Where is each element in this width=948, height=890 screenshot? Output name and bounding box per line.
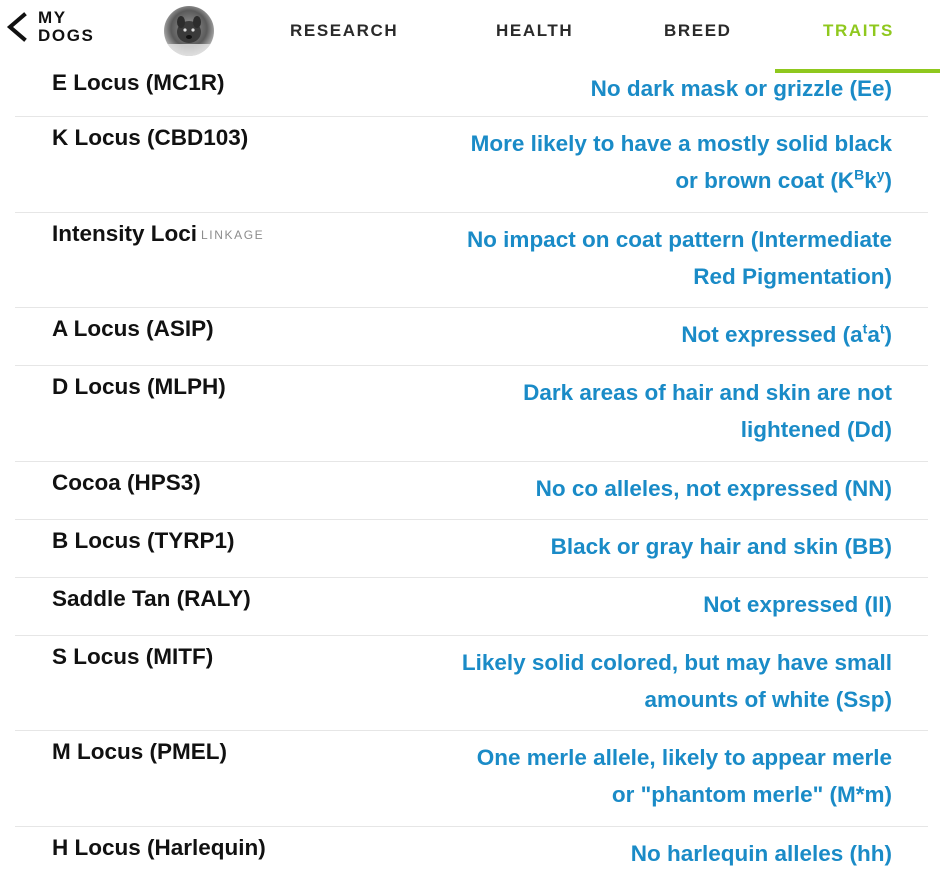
trait-label: E Locus (MC1R) [52, 70, 225, 95]
dog-photo-icon [164, 6, 214, 56]
trait-row-e-locus[interactable]: E Locus (MC1R) No dark mask or grizzle (… [15, 68, 928, 117]
trait-label: A Locus (ASIP) [52, 316, 214, 341]
trait-label: Cocoa (HPS3) [52, 470, 201, 495]
trait-value: No harlequin alleles (hh) [630, 841, 892, 866]
tab-breed[interactable]: BREED [664, 21, 732, 41]
trait-value-line1: Likely solid colored, but may have small [461, 650, 892, 675]
trait-row-k-locus[interactable]: K Locus (CBD103) More likely to have a m… [15, 117, 928, 213]
traits-list: E Locus (MC1R) No dark mask or grizzle (… [15, 68, 928, 885]
linkage-tag: LINKAGE [201, 228, 265, 242]
trait-row-h-locus[interactable]: H Locus (Harlequin) No harlequin alleles… [15, 827, 928, 885]
trait-value: No dark mask or grizzle (Ee) [590, 76, 892, 101]
trait-label-text: Intensity Loci [52, 221, 198, 246]
trait-row-s-locus[interactable]: S Locus (MITF) Likely solid colored, but… [15, 636, 928, 731]
trait-value: Black or gray hair and skin (BB) [550, 534, 892, 559]
trait-label: Intensity Loci LINKAGE [52, 221, 264, 247]
trait-row-d-locus[interactable]: D Locus (MLPH) Dark areas of hair and sk… [15, 366, 928, 462]
top-nav: MY DOGS RESEARCH HEALTH BREED TRAITS [0, 0, 948, 73]
trait-label: B Locus (TYRP1) [52, 528, 235, 553]
trait-value-line2: lightened (Dd) [740, 417, 892, 442]
back-label: MY DOGS [38, 9, 94, 45]
dog-avatar[interactable] [164, 6, 214, 56]
trait-value: No co alleles, not expressed (NN) [535, 476, 892, 501]
trait-value-line1: Dark areas of hair and skin are not [523, 380, 892, 405]
trait-value: Not expressed (II) [703, 592, 892, 617]
trait-value: No impact on coat pattern (Intermediate … [422, 221, 892, 295]
trait-row-b-locus[interactable]: B Locus (TYRP1) Black or gray hair and s… [15, 520, 928, 578]
back-label-line1: MY [38, 8, 67, 27]
trait-label: D Locus (MLPH) [52, 374, 226, 399]
trait-value: More likely to have a mostly solid black… [422, 125, 892, 199]
trait-value-line2: or "phantom merle" (M*m) [611, 782, 892, 807]
trait-row-saddle-tan[interactable]: Saddle Tan (RALY) Not expressed (II) [15, 578, 928, 636]
chevron-left-icon [6, 12, 27, 42]
trait-value-line2: Red Pigmentation) [693, 264, 892, 289]
back-label-line2: DOGS [38, 26, 95, 45]
trait-value-line1: No impact on coat pattern (Intermediate [466, 227, 892, 252]
trait-row-m-locus[interactable]: M Locus (PMEL) One merle allele, likely … [15, 731, 928, 827]
trait-label: M Locus (PMEL) [52, 739, 227, 764]
trait-label: K Locus (CBD103) [52, 125, 249, 150]
trait-value-line2: amounts of white (Ssp) [644, 687, 893, 712]
trait-value-line1: More likely to have a mostly solid black [470, 131, 892, 156]
trait-value: One merle allele, likely to appear merle… [422, 739, 892, 813]
trait-value-line2: or brown coat (KBky) [675, 166, 892, 194]
trait-row-cocoa[interactable]: Cocoa (HPS3) No co alleles, not expresse… [15, 462, 928, 520]
tab-research[interactable]: RESEARCH [290, 21, 398, 41]
trait-row-intensity-loci[interactable]: Intensity Loci LINKAGE No impact on coat … [15, 213, 928, 308]
trait-label: S Locus (MITF) [52, 644, 214, 669]
trait-value: Dark areas of hair and skin are not ligh… [422, 374, 892, 448]
trait-value-line1: One merle allele, likely to appear merle [476, 745, 892, 770]
tab-health[interactable]: HEALTH [496, 21, 573, 41]
trait-row-a-locus[interactable]: A Locus (ASIP) Not expressed (atat) [15, 308, 928, 366]
trait-value: Not expressed (atat) [681, 320, 892, 348]
back-to-my-dogs-button[interactable]: MY DOGS [4, 9, 94, 45]
trait-label: Saddle Tan (RALY) [52, 586, 251, 611]
trait-label: H Locus (Harlequin) [52, 835, 266, 860]
tab-traits[interactable]: TRAITS [823, 21, 894, 41]
trait-value: Likely solid colored, but may have small… [422, 644, 892, 718]
